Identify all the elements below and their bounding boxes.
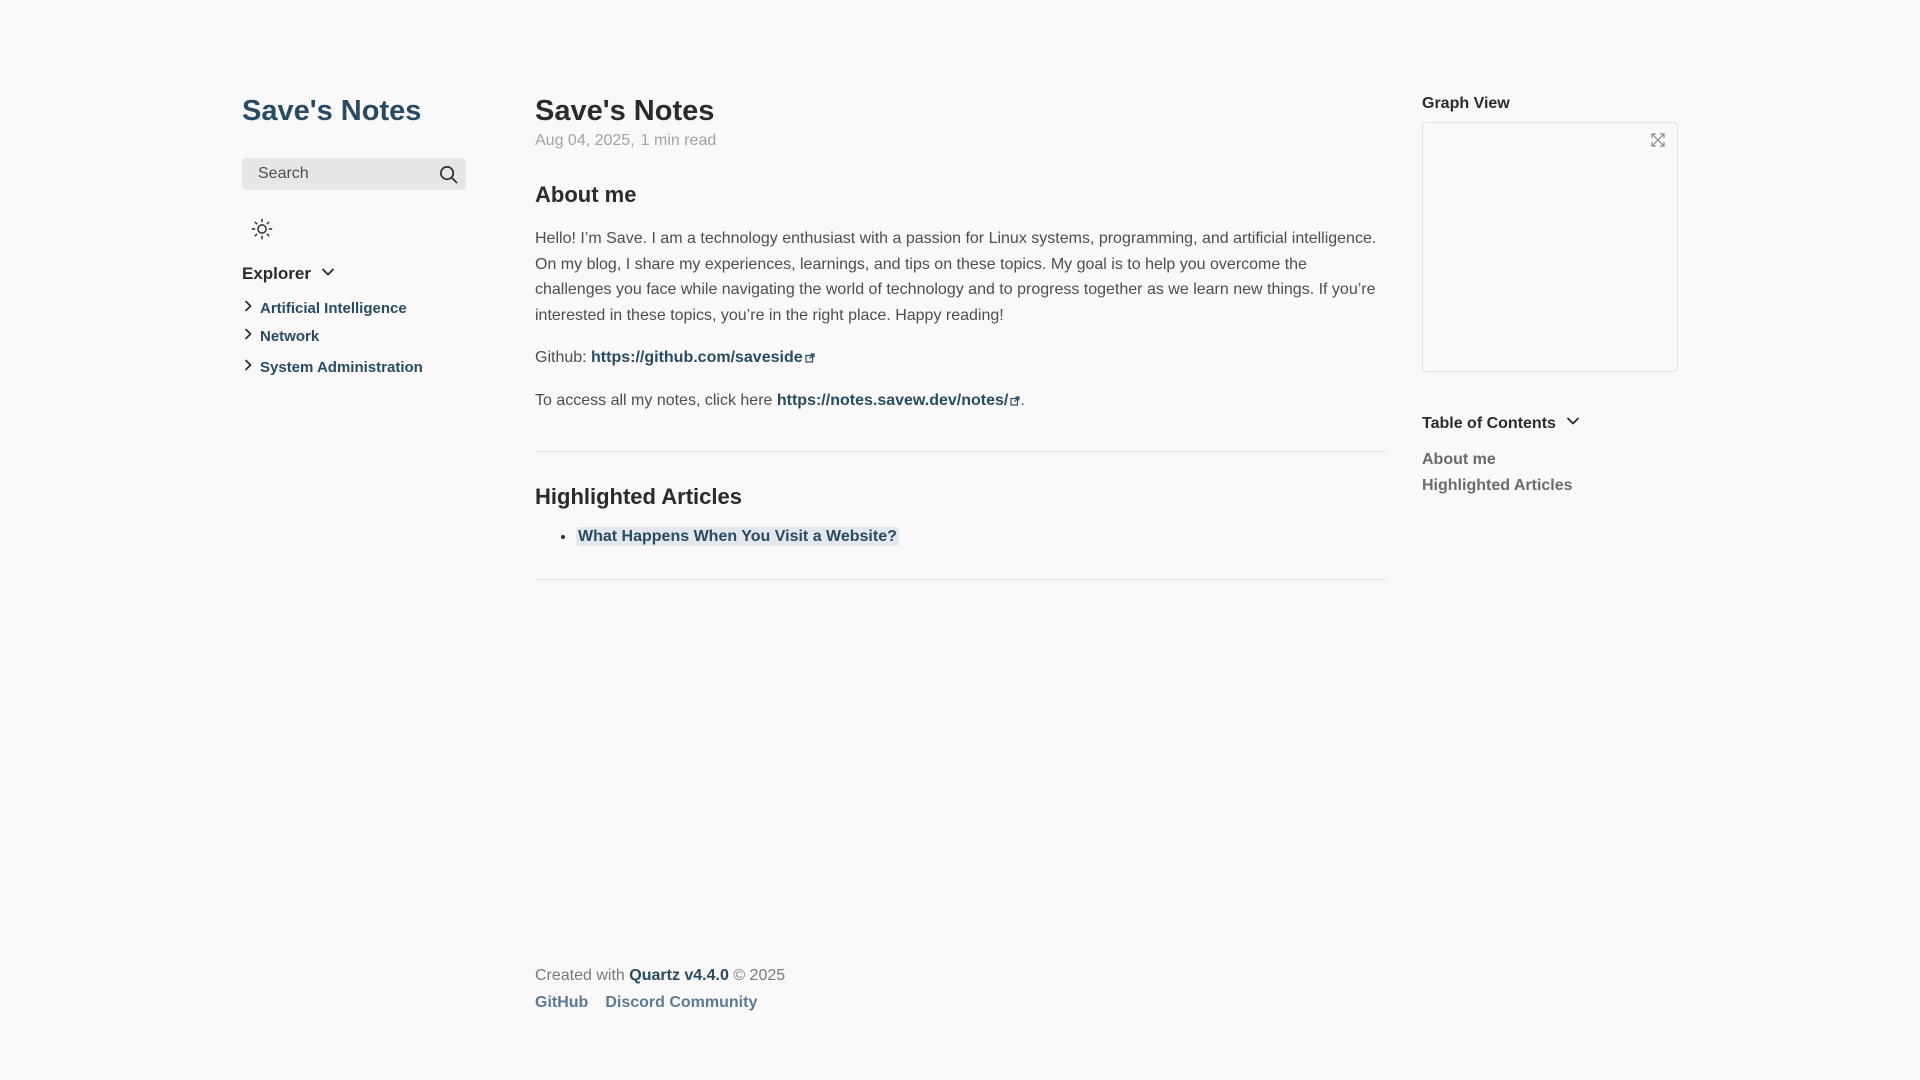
highlighted-heading: Highlighted Articles xyxy=(535,483,742,509)
explorer-folder-system-administration[interactable]: System Administration xyxy=(242,353,466,381)
about-text: Hello! I’m Save. I am a technology enthu… xyxy=(535,230,1377,325)
footer-copyright: © 2025 xyxy=(728,967,786,984)
quartz-link[interactable]: Quartz v4.4.0 xyxy=(629,967,729,984)
explorer-toggle[interactable]: Explorer xyxy=(242,264,466,284)
chevron-down-icon xyxy=(1566,414,1580,433)
explorer-folder-network[interactable]: Network xyxy=(242,322,466,350)
toc-list: About me Highlighted Articles xyxy=(1422,447,1678,499)
graph-view[interactable] xyxy=(1422,122,1678,372)
expand-icon[interactable] xyxy=(1649,131,1667,149)
footer-discord-link[interactable]: Discord Community xyxy=(605,994,757,1012)
sun-icon[interactable] xyxy=(251,218,273,240)
divider xyxy=(535,450,1386,452)
about-heading: About me xyxy=(535,182,637,207)
notes-suffix: . xyxy=(1020,391,1025,409)
site-title[interactable]: Save's Notes xyxy=(242,94,466,128)
right-sidebar: Graph View Table of Contents About me Hi… xyxy=(1422,94,1678,499)
github-line: Github: https://github.com/saveside xyxy=(535,345,1386,372)
article-link[interactable]: What Happens When You Visit a Website? xyxy=(576,526,899,546)
folder-label: Network xyxy=(260,327,320,345)
chevron-right-icon xyxy=(242,299,254,317)
toc-title: Table of Contents xyxy=(1422,414,1556,432)
github-link[interactable]: https://github.com/saveside xyxy=(591,349,815,366)
list-item: What Happens When You Visit a Website? xyxy=(576,526,1386,546)
search-icon xyxy=(439,165,458,184)
folder-label: Artificial Intelligence xyxy=(260,299,407,317)
folder-label: System Administration xyxy=(260,358,423,376)
footer-credit: Created with Quartz v4.4.0 © 2025 xyxy=(535,967,785,985)
chevron-right-icon xyxy=(242,358,254,376)
chevron-down-icon xyxy=(321,265,335,284)
notes-link[interactable]: https://notes.savew.dev/notes/ xyxy=(777,392,1020,409)
divider xyxy=(535,578,1386,580)
external-link-icon xyxy=(805,346,815,372)
article-date: Aug 04, 2025, xyxy=(535,132,635,149)
footer: Created with Quartz v4.4.0 © 2025 GitHub… xyxy=(535,967,785,1012)
search-bar[interactable]: Search xyxy=(242,158,466,190)
article: Save's Notes Aug 04, 2025, 1 min read Abo… xyxy=(535,94,1386,580)
toc-item-highlighted-articles[interactable]: Highlighted Articles xyxy=(1422,473,1678,499)
footer-github-link[interactable]: GitHub xyxy=(535,994,588,1012)
notes-prefix: To access all my notes, click here xyxy=(535,391,777,409)
footer-created-prefix: Created with xyxy=(535,967,630,984)
highlighted-list: What Happens When You Visit a Website? xyxy=(576,526,1386,546)
explorer-list: Artificial Intelligence Network System A… xyxy=(242,294,466,381)
notes-line: To access all my notes, click here https… xyxy=(535,388,1386,415)
article-meta: Aug 04, 2025, 1 min read xyxy=(535,132,1386,150)
github-link-text: https://github.com/saveside xyxy=(591,348,803,366)
toc-item-about-me[interactable]: About me xyxy=(1422,447,1678,473)
graph-view-title: Graph View xyxy=(1422,95,1510,112)
github-prefix: Github: xyxy=(535,348,592,366)
notes-link-text: https://notes.savew.dev/notes/ xyxy=(776,391,1009,409)
explorer-title: Explorer xyxy=(242,264,311,283)
toc-toggle[interactable]: Table of Contents xyxy=(1422,414,1678,433)
explorer-folder-artificial-intelligence[interactable]: Artificial Intelligence xyxy=(242,294,466,322)
read-time: 1 min read xyxy=(640,132,717,149)
chevron-right-icon xyxy=(242,327,254,345)
left-sidebar: Save's Notes Search Explorer Artificial … xyxy=(242,94,466,381)
search-label: Search xyxy=(258,165,309,182)
page-title: Save's Notes xyxy=(535,95,715,127)
footer-links: GitHub Discord Community xyxy=(535,994,785,1012)
external-link-icon xyxy=(1010,389,1020,415)
